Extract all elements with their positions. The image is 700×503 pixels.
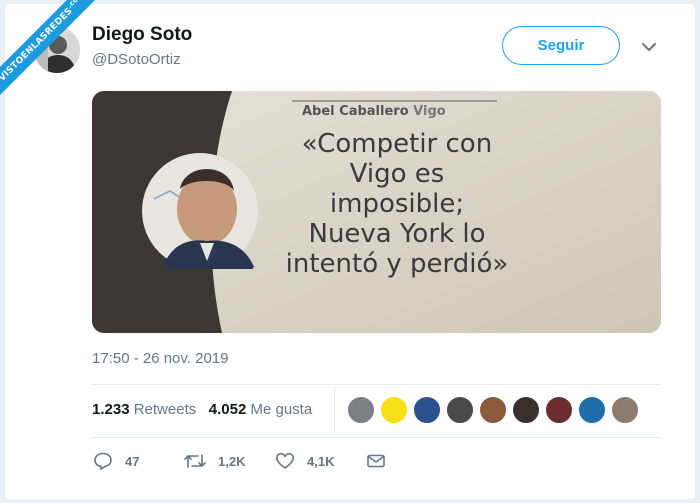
retweet-count: 1,2K bbox=[218, 453, 246, 469]
byline-city: Vigo bbox=[413, 104, 446, 119]
liker-avatar[interactable] bbox=[578, 396, 606, 424]
message-button[interactable] bbox=[366, 451, 398, 471]
tweet-stats: 1.233 Retweets 4.052 Me gusta bbox=[92, 401, 312, 418]
divider bbox=[92, 384, 660, 385]
retweets-stat[interactable]: 1.233 Retweets bbox=[92, 401, 196, 418]
liker-avatar[interactable] bbox=[611, 396, 639, 424]
follow-button[interactable]: Seguir bbox=[502, 26, 620, 65]
likes-count: 4.052 bbox=[208, 401, 247, 418]
quote-line: intentó y perdió» bbox=[285, 249, 509, 279]
chevron-down-icon[interactable] bbox=[639, 37, 659, 57]
watermark: VISTOENLASREDES.com bbox=[0, 0, 110, 110]
retweets-count: 1.233 bbox=[92, 401, 130, 418]
quote-line: Nueva York lo bbox=[308, 219, 486, 249]
retweet-icon bbox=[184, 454, 206, 468]
reply-icon bbox=[94, 452, 112, 470]
reply-button[interactable]: 47 bbox=[93, 451, 139, 471]
byline-name: Abel Caballero bbox=[302, 104, 409, 119]
liker-avatar[interactable] bbox=[512, 396, 540, 424]
stats-separator bbox=[334, 387, 335, 432]
reply-count: 47 bbox=[125, 453, 140, 469]
envelope-icon bbox=[367, 454, 385, 468]
heart-icon bbox=[276, 452, 294, 469]
newspaper-quote: «Competir con Vigo es imposible; Nueva Y… bbox=[267, 129, 527, 279]
quote-line: imposible; bbox=[329, 189, 465, 219]
newspaper-byline: Abel Caballero Vigo bbox=[302, 104, 446, 119]
liker-avatar[interactable] bbox=[446, 396, 474, 424]
quote-line: «Competir con bbox=[301, 129, 493, 159]
divider bbox=[92, 437, 660, 438]
watermark-text: VISTOENLASREDES bbox=[0, 6, 75, 84]
tweet-photo[interactable]: Abel Caballero Vigo «Competir con Vigo e… bbox=[92, 91, 661, 333]
liker-avatar[interactable] bbox=[545, 396, 573, 424]
liker-avatar[interactable] bbox=[479, 396, 507, 424]
retweets-label: Retweets bbox=[133, 401, 197, 418]
liker-avatar[interactable] bbox=[380, 396, 408, 424]
likes-label: Me gusta bbox=[250, 401, 313, 418]
quote-line: Vigo es bbox=[349, 159, 445, 189]
like-count: 4,1K bbox=[307, 453, 335, 469]
likes-stat[interactable]: 4.052 Me gusta bbox=[209, 401, 312, 418]
liker-avatar[interactable] bbox=[347, 396, 375, 424]
tweet-timestamp[interactable]: 17:50 - 26 nov. 2019 bbox=[92, 350, 229, 367]
like-button[interactable]: 4,1K bbox=[275, 451, 334, 471]
liker-avatar[interactable] bbox=[413, 396, 441, 424]
watermark-ribbon: VISTOENLASREDES.com bbox=[0, 0, 110, 106]
retweet-button[interactable]: 1,2K bbox=[184, 451, 245, 471]
